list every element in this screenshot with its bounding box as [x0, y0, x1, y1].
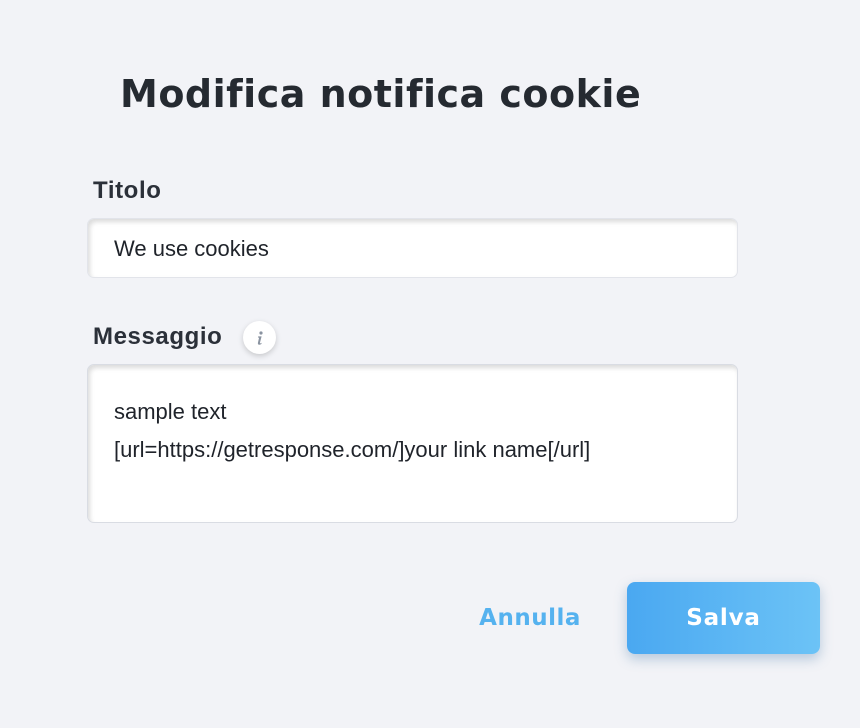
message-field-label: Messaggio	[93, 323, 223, 350]
title-input[interactable]: We use cookies	[87, 218, 738, 278]
info-glyph	[257, 330, 263, 345]
message-line: [url=https://getresponse.com/]your link …	[114, 437, 591, 462]
message-line: sample text	[114, 399, 227, 424]
save-button[interactable]: Salva	[627, 582, 820, 654]
info-icon[interactable]	[243, 321, 276, 354]
title-field-label: Titolo	[93, 177, 162, 204]
message-textarea[interactable]: sample text [url=https://getresponse.com…	[87, 364, 738, 523]
page-title: Modifica notifica cookie	[120, 72, 642, 116]
cancel-button[interactable]: Annulla	[470, 596, 590, 640]
edit-cookie-notification-dialog: Modifica notifica cookie Titolo We use c…	[0, 0, 860, 728]
